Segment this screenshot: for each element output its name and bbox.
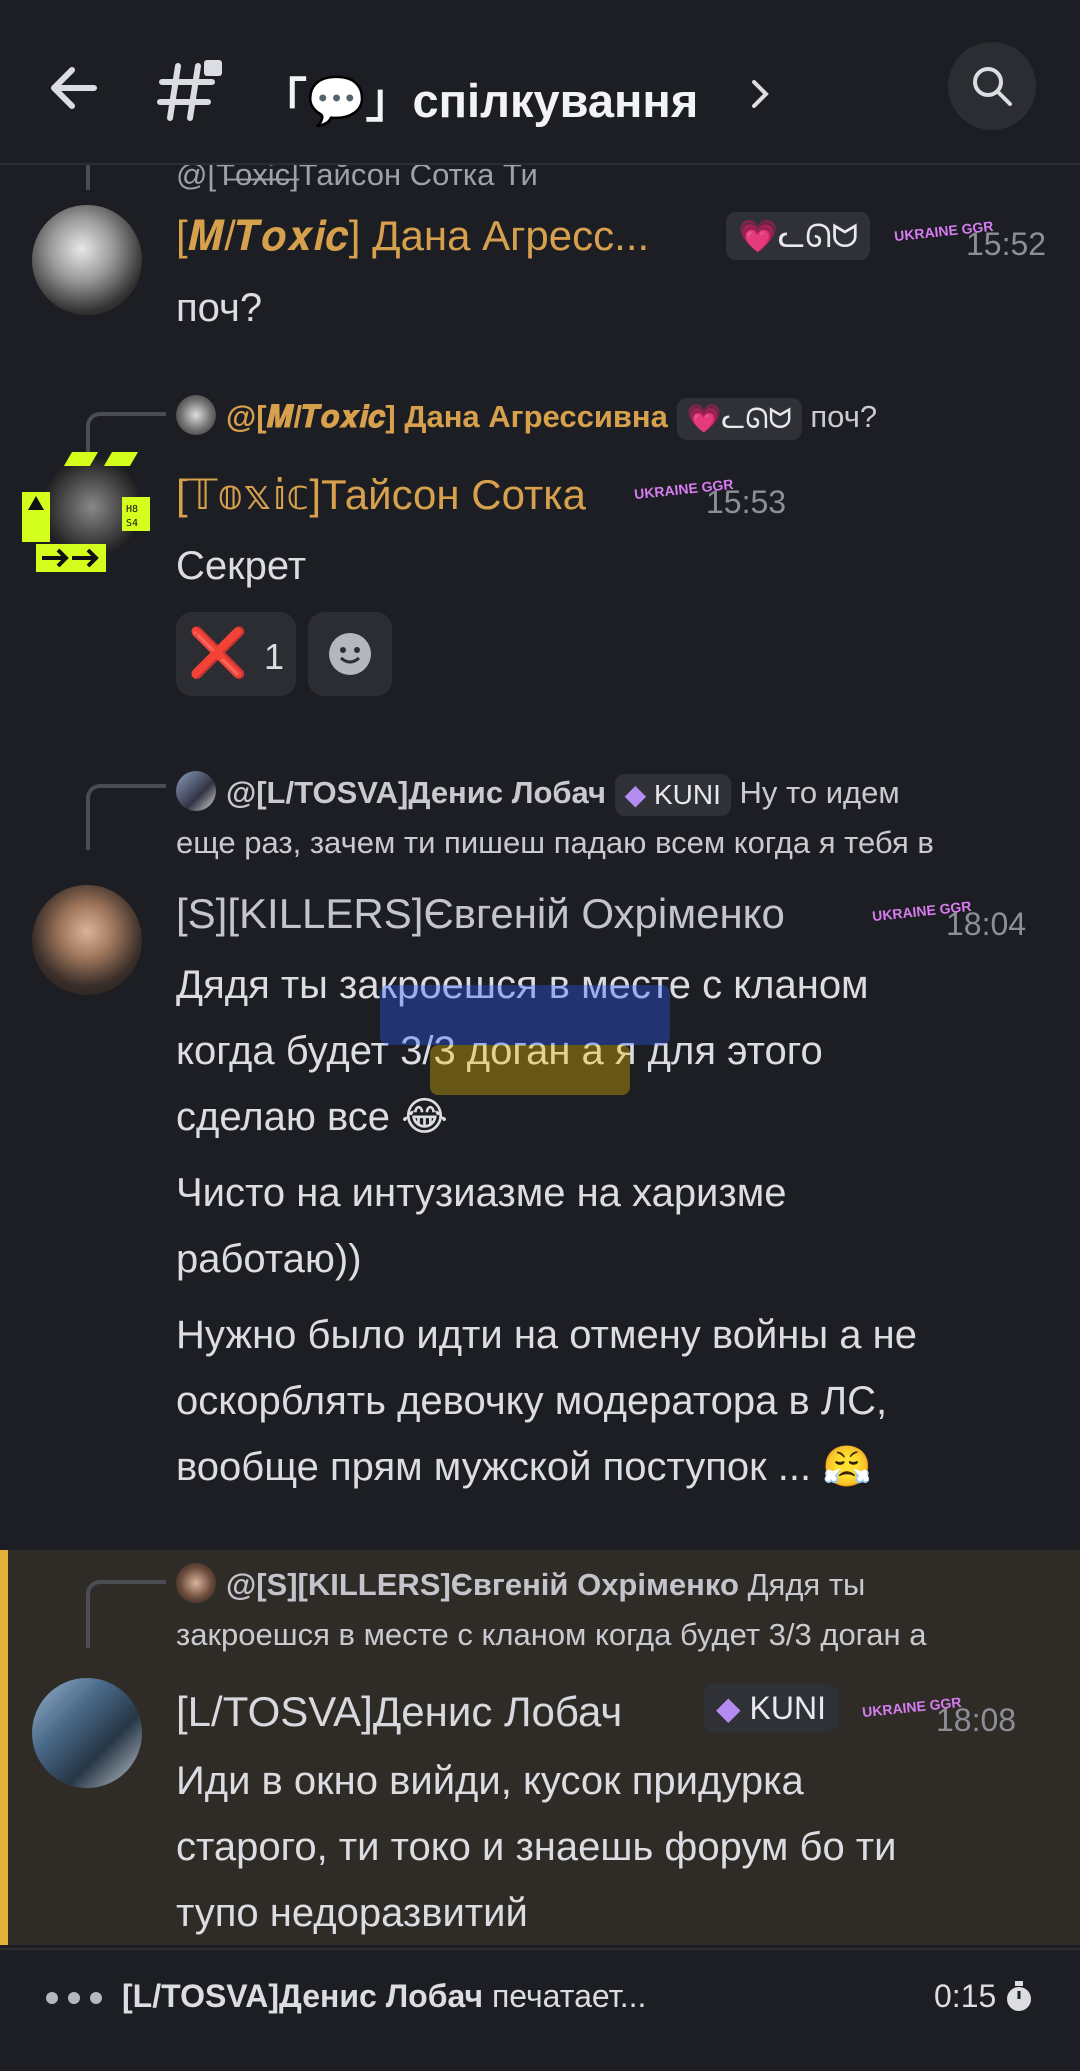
kuni-gem-icon: ◆ bbox=[624, 778, 647, 810]
back-arrow-icon[interactable] bbox=[44, 58, 104, 118]
reply-text: Ну то идем bbox=[739, 775, 900, 810]
role-tag: ◆ KUNI bbox=[704, 1684, 838, 1732]
reply-text-continued: закроешся в месте с кланом когда будет 3… bbox=[176, 1617, 927, 1652]
text-line: когда будет 3/3 доган а я для этого bbox=[176, 1029, 823, 1073]
text-line: Дядя ты закроешся в месте с кланом bbox=[176, 963, 869, 1007]
reply-preview[interactable]: @[𝑴/𝑻𝒐𝒙𝒊𝒄] Дана Агрессивна 💗ᓚᘏᗢ поч? bbox=[176, 392, 1036, 442]
message-author[interactable]: [𝑴/𝑻𝒐𝒙𝒊𝒄] Дана Агресс... bbox=[176, 212, 649, 261]
reply-author: @[𝑴/𝑻𝒐𝒙𝒊𝒄] Дана Агрессивна bbox=[226, 399, 668, 434]
text-line: Чисто на интузиазме на харизме bbox=[176, 1171, 787, 1215]
avatar[interactable] bbox=[32, 205, 142, 315]
typing-indicator: [L/TOSVA]Денис Лобач печатает... 0:15 bbox=[0, 1948, 1080, 2044]
reaction-emoji: ❌ bbox=[188, 627, 248, 680]
avatar[interactable]: H8 S4 bbox=[22, 452, 152, 582]
stopwatch-icon bbox=[1007, 1981, 1031, 2011]
message-time: 18:08 bbox=[936, 1702, 1017, 1738]
typing-text: [L/TOSVA]Денис Лобач печатает... bbox=[122, 1978, 647, 2014]
text-line: работаю)) bbox=[176, 1237, 362, 1281]
message-time: 15:52 bbox=[966, 226, 1047, 262]
reply-avatar bbox=[176, 1563, 216, 1603]
search-icon bbox=[973, 67, 1012, 106]
message-text: Секрет bbox=[176, 544, 307, 588]
text-line: тупо недоразвитий bbox=[176, 1891, 528, 1935]
message-text: поч? bbox=[176, 286, 263, 330]
text-line: Нужно было идти на отмену войны а не bbox=[176, 1313, 917, 1357]
slowmode-timer: 0:15 bbox=[934, 1978, 997, 2014]
role-tag: 💗ᓚᘏᗢ bbox=[726, 212, 871, 260]
reaction-chip[interactable]: ❌ 1 bbox=[176, 612, 296, 696]
add-reaction-button[interactable] bbox=[308, 612, 392, 696]
avatar[interactable] bbox=[32, 1678, 142, 1788]
reply-connector bbox=[86, 1580, 166, 1648]
thread-hash-icon bbox=[157, 60, 222, 121]
text-line: Иди в окно вийди, кусок придурка bbox=[176, 1759, 804, 1803]
reply-author: @[L/TOSVA]Денис Лобач bbox=[226, 775, 606, 810]
reply-author: @[S][KILLERS]Євгеній Охріменко bbox=[226, 1567, 739, 1602]
reply-role-tag: 💗ᓚᘏᗢ bbox=[676, 397, 802, 440]
reply-avatar bbox=[176, 395, 216, 435]
text-line: оскорблять девочку модератора в ЛС, bbox=[176, 1379, 888, 1423]
message-author[interactable]: [L/TOSVA]Денис Лобач bbox=[176, 1688, 622, 1736]
reply-text-continued: еще раз, зачем ти пишеш падаю всем когда… bbox=[176, 825, 934, 860]
text-line: старого, ти токо и знаешь форум бо ти bbox=[176, 1825, 897, 1869]
reply-connector bbox=[86, 784, 166, 850]
reply-preview[interactable]: @[L/TOSVA]Денис Лобач ◆ KUNI Ну то идем bbox=[176, 768, 1036, 818]
text-line: сделаю все 😂 bbox=[176, 1095, 448, 1139]
add-reaction-icon bbox=[329, 633, 371, 675]
message-text: Дядя ты закроешся в месте с кланом когда… bbox=[176, 952, 1036, 1500]
reply-role-tag: ◆ KUNI bbox=[614, 773, 731, 816]
message-author[interactable]: [𝕋𝕠𝕩𝕚𝕔]Тайсон Сотка bbox=[176, 470, 586, 519]
svg-text:H8: H8 bbox=[126, 504, 138, 515]
reply-avatar bbox=[176, 771, 216, 811]
reply-text: Дядя ты bbox=[747, 1567, 866, 1602]
channel-title[interactable]: 「💬」спілкування bbox=[260, 62, 698, 131]
reply-text: поч? bbox=[810, 399, 878, 434]
text-line: вообще прям мужской поступок ... 😤 bbox=[176, 1445, 873, 1489]
svg-text:S4: S4 bbox=[126, 518, 138, 529]
search-button[interactable] bbox=[948, 42, 1036, 130]
bottom-edge bbox=[0, 2046, 1080, 2071]
reaction-count: 1 bbox=[264, 636, 285, 677]
channel-header: 「💬」спілкування bbox=[0, 0, 1080, 165]
chevron-right-icon[interactable] bbox=[748, 76, 772, 112]
message-text: Иди в окно вийди, кусок придурка старого… bbox=[176, 1748, 1036, 1946]
message-author[interactable]: [S][KILLERS]Євгеній Охріменко bbox=[176, 890, 785, 938]
avatar[interactable] bbox=[32, 885, 142, 995]
message-time: 15:53 bbox=[706, 484, 787, 520]
typing-dots-icon bbox=[46, 1992, 102, 2004]
message-time: 18:04 bbox=[946, 906, 1027, 942]
kuni-gem-icon: ◆ bbox=[716, 1690, 741, 1726]
reply-preview[interactable]: @[S][KILLERS]Євгеній Охріменко Дядя ты bbox=[176, 1560, 1036, 1610]
